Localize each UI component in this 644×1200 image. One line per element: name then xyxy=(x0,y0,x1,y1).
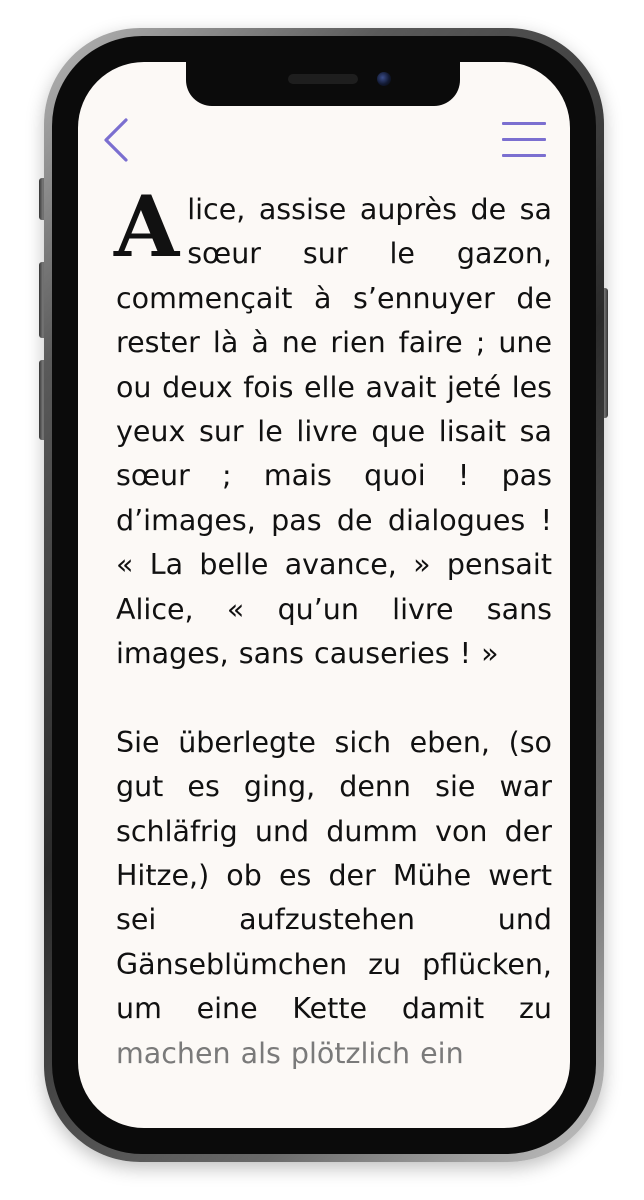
faded-continuation-text: machen als plötzlich ein xyxy=(116,1036,464,1070)
paragraph: Sie überlegte sich eben, (so gut es ging… xyxy=(116,721,552,1076)
paragraph-text: lice, assise auprès de sa sœur sur le ga… xyxy=(116,193,552,671)
phone-frame: Alice, assise auprès de sa sœur sur le g… xyxy=(44,28,604,1162)
reader-screen: Alice, assise auprès de sa sœur sur le g… xyxy=(78,62,570,1128)
paragraph-text: Sie überlegte sich eben, (so gut es ging… xyxy=(116,725,552,1026)
chevron-left-icon xyxy=(104,118,128,162)
phone-bezel: Alice, assise auprès de sa sœur sur le g… xyxy=(52,36,596,1154)
front-camera xyxy=(377,72,391,86)
notch xyxy=(186,62,460,106)
back-button[interactable] xyxy=(100,116,136,164)
menu-button[interactable] xyxy=(502,122,548,158)
device-mockup: Alice, assise auprès de sa sœur sur le g… xyxy=(0,0,644,1200)
paragraph: Alice, assise auprès de sa sœur sur le g… xyxy=(114,177,552,676)
book-page: Alice, assise auprès de sa sœur sur le g… xyxy=(114,177,552,1121)
drop-cap: A xyxy=(114,177,180,276)
speaker-grille xyxy=(288,74,358,84)
